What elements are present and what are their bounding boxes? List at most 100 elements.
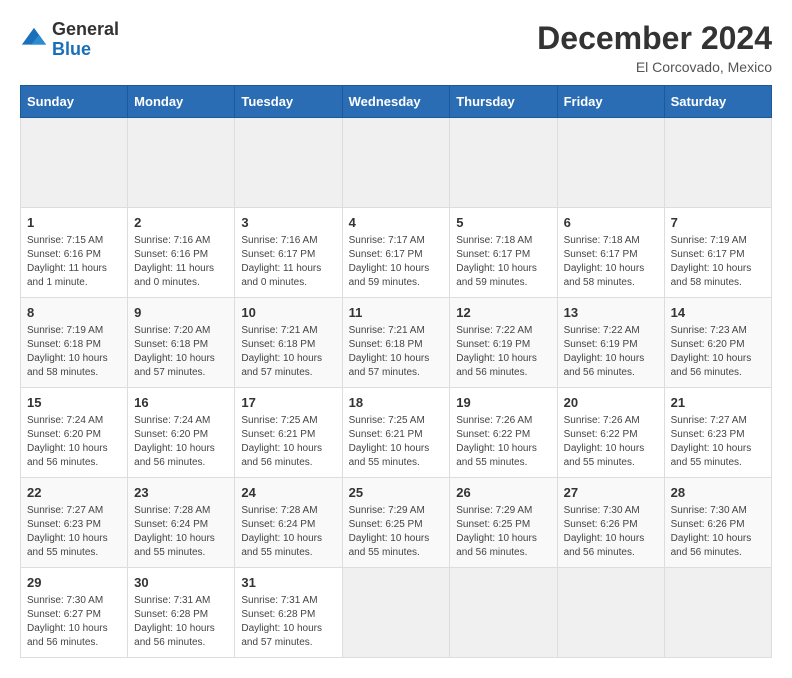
day-number: 30 xyxy=(134,574,228,592)
calendar-day-cell: 18 Sunrise: 7:25 AM Sunset: 6:21 PM Dayli… xyxy=(342,388,450,478)
day-number: 13 xyxy=(564,304,658,322)
day-number: 24 xyxy=(241,484,335,502)
day-number: 19 xyxy=(456,394,550,412)
day-info: Sunrise: 7:19 AM Sunset: 6:18 PM Dayligh… xyxy=(27,324,121,380)
day-number: 28 xyxy=(671,484,765,502)
calendar-day-cell: 3Sunrise: 7:16 AM Sunset: 6:17 PM Daylig… xyxy=(235,208,342,298)
calendar-day-cell: 12Sunrise: 7:22 AM Sunset: 6:19 PM Dayli… xyxy=(450,298,557,388)
logo-blue: Blue xyxy=(52,39,91,59)
calendar-day-cell: 15 Sunrise: 7:24 AM Sunset: 6:20 PM Dayli… xyxy=(21,388,128,478)
calendar-week-row: 8 Sunrise: 7:19 AM Sunset: 6:18 PM Daylig… xyxy=(21,298,772,388)
calendar-day-cell: 16Sunrise: 7:24 AM Sunset: 6:20 PM Dayli… xyxy=(128,388,235,478)
calendar-day-cell: 1 Sunrise: 7:15 AM Sunset: 6:16 PM Daylig… xyxy=(21,208,128,298)
day-info: Sunrise: 7:18 AM Sunset: 6:17 PM Dayligh… xyxy=(564,234,658,290)
weekday-header: Sunday xyxy=(21,86,128,118)
day-number: 27 xyxy=(564,484,658,502)
day-info: Sunrise: 7:17 AM Sunset: 6:17 PM Dayligh… xyxy=(349,234,444,290)
day-info: Sunrise: 7:15 AM Sunset: 6:16 PM Dayligh… xyxy=(27,234,121,290)
calendar-day-cell: 23Sunrise: 7:28 AM Sunset: 6:24 PM Dayli… xyxy=(128,478,235,568)
calendar-day-cell xyxy=(450,568,557,658)
calendar-day-cell: 31Sunrise: 7:31 AM Sunset: 6:28 PM Dayli… xyxy=(235,568,342,658)
day-number: 25 xyxy=(349,484,444,502)
calendar-header-row: SundayMondayTuesdayWednesdayThursdayFrid… xyxy=(21,86,772,118)
weekday-header: Monday xyxy=(128,86,235,118)
day-info: Sunrise: 7:25 AM Sunset: 6:21 PM Dayligh… xyxy=(241,414,335,470)
calendar-week-row: 15 Sunrise: 7:24 AM Sunset: 6:20 PM Dayli… xyxy=(21,388,772,478)
day-number: 29 xyxy=(27,574,121,592)
day-number: 21 xyxy=(671,394,765,412)
calendar-day-cell: 19Sunrise: 7:26 AM Sunset: 6:22 PM Dayli… xyxy=(450,388,557,478)
day-info: Sunrise: 7:24 AM Sunset: 6:20 PM Dayligh… xyxy=(27,414,121,470)
calendar-day-cell xyxy=(128,118,235,208)
calendar-day-cell: 8 Sunrise: 7:19 AM Sunset: 6:18 PM Daylig… xyxy=(21,298,128,388)
day-number: 9 xyxy=(134,304,228,322)
day-info: Sunrise: 7:21 AM Sunset: 6:18 PM Dayligh… xyxy=(241,324,335,380)
calendar-day-cell: 4 Sunrise: 7:17 AM Sunset: 6:17 PM Daylig… xyxy=(342,208,450,298)
location-subtitle: El Corcovado, Mexico xyxy=(537,59,772,75)
calendar-day-cell xyxy=(557,568,664,658)
day-number: 20 xyxy=(564,394,658,412)
day-info: Sunrise: 7:30 AM Sunset: 6:27 PM Dayligh… xyxy=(27,594,121,650)
day-number: 31 xyxy=(241,574,335,592)
day-number: 14 xyxy=(671,304,765,322)
weekday-header: Saturday xyxy=(664,86,771,118)
calendar-day-cell: 25Sunrise: 7:29 AM Sunset: 6:25 PM Dayli… xyxy=(342,478,450,568)
day-number: 16 xyxy=(134,394,228,412)
day-info: Sunrise: 7:25 AM Sunset: 6:21 PM Dayligh… xyxy=(349,414,444,470)
calendar-day-cell xyxy=(342,568,450,658)
day-info: Sunrise: 7:30 AM Sunset: 6:26 PM Dayligh… xyxy=(564,504,658,560)
calendar-day-cell: 27 Sunrise: 7:30 AM Sunset: 6:26 PM Dayli… xyxy=(557,478,664,568)
logo-icon xyxy=(20,26,48,54)
calendar-day-cell: 7Sunrise: 7:19 AM Sunset: 6:17 PM Daylig… xyxy=(664,208,771,298)
day-number: 1 xyxy=(27,214,121,232)
calendar-day-cell: 22Sunrise: 7:27 AM Sunset: 6:23 PM Dayli… xyxy=(21,478,128,568)
weekday-header: Thursday xyxy=(450,86,557,118)
day-number: 18 xyxy=(349,394,444,412)
month-title: December 2024 xyxy=(537,20,772,57)
calendar-day-cell: 26 Sunrise: 7:29 AM Sunset: 6:25 PM Dayli… xyxy=(450,478,557,568)
calendar-week-row xyxy=(21,118,772,208)
calendar-day-cell xyxy=(342,118,450,208)
day-number: 2 xyxy=(134,214,228,232)
day-info: Sunrise: 7:18 AM Sunset: 6:17 PM Dayligh… xyxy=(456,234,550,290)
calendar-day-cell: 5 Sunrise: 7:18 AM Sunset: 6:17 PM Daylig… xyxy=(450,208,557,298)
day-number: 17 xyxy=(241,394,335,412)
calendar-week-row: 1 Sunrise: 7:15 AM Sunset: 6:16 PM Daylig… xyxy=(21,208,772,298)
day-info: Sunrise: 7:30 AM Sunset: 6:26 PM Dayligh… xyxy=(671,504,765,560)
day-info: Sunrise: 7:27 AM Sunset: 6:23 PM Dayligh… xyxy=(671,414,765,470)
calendar-day-cell: 2Sunrise: 7:16 AM Sunset: 6:16 PM Daylig… xyxy=(128,208,235,298)
logo-text: General Blue xyxy=(52,20,119,60)
calendar-day-cell: 17 Sunrise: 7:25 AM Sunset: 6:21 PM Dayli… xyxy=(235,388,342,478)
day-info: Sunrise: 7:16 AM Sunset: 6:17 PM Dayligh… xyxy=(241,234,335,290)
calendar-day-cell: 6 Sunrise: 7:18 AM Sunset: 6:17 PM Daylig… xyxy=(557,208,664,298)
calendar-table: SundayMondayTuesdayWednesdayThursdayFrid… xyxy=(20,85,772,658)
day-info: Sunrise: 7:26 AM Sunset: 6:22 PM Dayligh… xyxy=(564,414,658,470)
calendar-day-cell xyxy=(664,118,771,208)
day-info: Sunrise: 7:28 AM Sunset: 6:24 PM Dayligh… xyxy=(241,504,335,560)
day-number: 15 xyxy=(27,394,121,412)
weekday-header: Friday xyxy=(557,86,664,118)
day-info: Sunrise: 7:27 AM Sunset: 6:23 PM Dayligh… xyxy=(27,504,121,560)
day-number: 26 xyxy=(456,484,550,502)
day-info: Sunrise: 7:22 AM Sunset: 6:19 PM Dayligh… xyxy=(564,324,658,380)
day-number: 5 xyxy=(456,214,550,232)
day-info: Sunrise: 7:20 AM Sunset: 6:18 PM Dayligh… xyxy=(134,324,228,380)
day-number: 23 xyxy=(134,484,228,502)
calendar-day-cell: 14Sunrise: 7:23 AM Sunset: 6:20 PM Dayli… xyxy=(664,298,771,388)
day-info: Sunrise: 7:19 AM Sunset: 6:17 PM Dayligh… xyxy=(671,234,765,290)
calendar-day-cell: 30Sunrise: 7:31 AM Sunset: 6:28 PM Dayli… xyxy=(128,568,235,658)
calendar-week-row: 22Sunrise: 7:27 AM Sunset: 6:23 PM Dayli… xyxy=(21,478,772,568)
day-number: 4 xyxy=(349,214,444,232)
weekday-header: Tuesday xyxy=(235,86,342,118)
calendar-day-cell: 21 Sunrise: 7:27 AM Sunset: 6:23 PM Dayli… xyxy=(664,388,771,478)
calendar-day-cell: 20 Sunrise: 7:26 AM Sunset: 6:22 PM Dayli… xyxy=(557,388,664,478)
calendar-day-cell: 9 Sunrise: 7:20 AM Sunset: 6:18 PM Daylig… xyxy=(128,298,235,388)
title-area: December 2024 El Corcovado, Mexico xyxy=(537,20,772,75)
day-info: Sunrise: 7:29 AM Sunset: 6:25 PM Dayligh… xyxy=(456,504,550,560)
day-number: 12 xyxy=(456,304,550,322)
calendar-day-cell: 11Sunrise: 7:21 AM Sunset: 6:18 PM Dayli… xyxy=(342,298,450,388)
day-number: 8 xyxy=(27,304,121,322)
calendar-week-row: 29 Sunrise: 7:30 AM Sunset: 6:27 PM Dayli… xyxy=(21,568,772,658)
day-number: 6 xyxy=(564,214,658,232)
calendar-day-cell xyxy=(450,118,557,208)
